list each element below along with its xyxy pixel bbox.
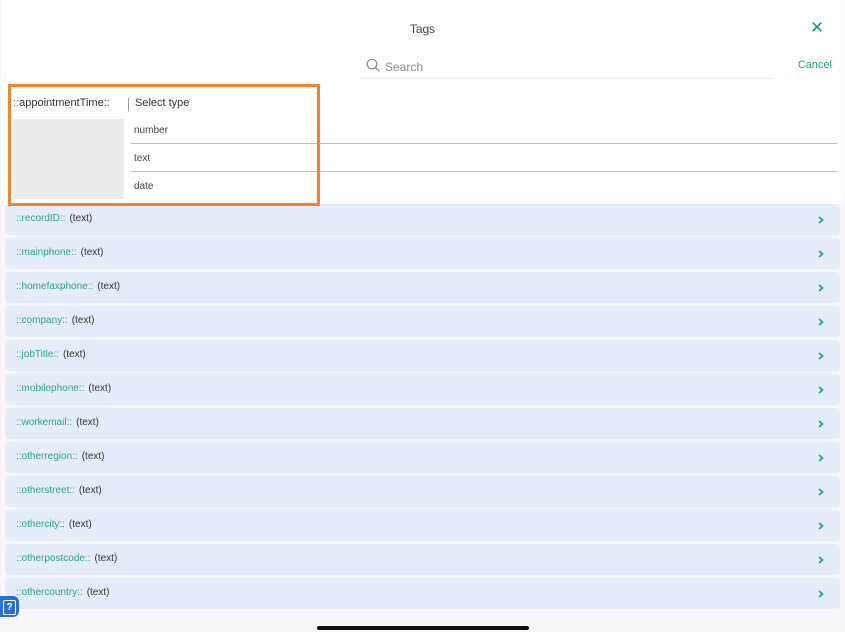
chevron-right-icon [818,386,824,394]
home-indicator [317,626,529,630]
field-row-company[interactable]: ::company:: (text) [5,306,840,337]
page-title: Tags [409,22,436,36]
tag-preview-area [13,119,124,199]
close-button[interactable]: ✕ [809,18,825,37]
field-label: ::company:: (text) [16,315,95,326]
cancel-button[interactable]: Cancel [798,59,832,71]
field-row-homefaxphone[interactable]: ::homefaxphone:: (text) [5,272,840,303]
help-icon: ? [3,600,16,615]
search-input[interactable] [383,56,767,78]
tag-name: ::appointmentTime:: [13,97,110,109]
chevron-right-icon [818,284,824,292]
field-row-otherpostcode[interactable]: ::otherpostcode:: (text) [5,544,840,575]
field-row-othercity[interactable]: ::othercity:: (text) [5,510,840,541]
help-button[interactable]: ? [0,596,19,617]
divider [128,98,129,111]
field-label: ::jobTitle:: (text) [16,349,86,360]
x-icon: ✕ [809,18,825,37]
field-label: ::otherregion:: (text) [16,451,105,462]
field-row-mainphone[interactable]: ::mainphone:: (text) [5,238,840,269]
chevron-right-icon [818,590,824,598]
tag-type-editor: ::appointmentTime:: Select type number t… [1,86,844,204]
chevron-right-icon [818,454,824,462]
chevron-right-icon [818,488,824,496]
select-type-label: Select type [135,97,190,109]
field-row-recordid[interactable]: ::recordID:: (text) [5,204,840,235]
type-option-number[interactable]: number [131,117,837,144]
field-label: ::workemail:: (text) [16,417,99,428]
header: Tags ✕ Cancel [1,0,844,86]
field-label: ::mainphone:: (text) [16,247,104,258]
field-label: ::othercity:: (text) [16,519,92,530]
field-label: ::homefaxphone:: (text) [16,281,121,292]
field-row-othercountry[interactable]: ::othercountry:: (text) [5,578,840,609]
chevron-right-icon [818,352,824,360]
field-row-mobilephone[interactable]: ::mobilephone:: (text) [5,374,840,405]
field-label: ::otherstreet:: (text) [16,485,102,496]
search-icon [366,58,380,72]
field-label: ::recordID:: (text) [16,213,93,224]
chevron-right-icon [818,420,824,428]
type-option-text[interactable]: text [131,145,837,172]
field-row-otherstreet[interactable]: ::otherstreet:: (text) [5,476,840,507]
field-label: ::otherpostcode:: (text) [16,553,118,564]
chevron-right-icon [818,556,824,564]
field-row-workemail[interactable]: ::workemail:: (text) [5,408,840,439]
field-label: ::othercountry:: (text) [16,587,110,598]
field-row-jobtitle[interactable]: ::jobTitle:: (text) [5,340,840,371]
chevron-right-icon [818,522,824,530]
type-option-date[interactable]: date [131,173,837,200]
search-bar[interactable] [361,56,773,79]
chevron-right-icon [818,216,824,224]
chevron-right-icon [818,318,824,326]
field-label: ::mobilephone:: (text) [16,383,112,394]
chevron-right-icon [818,250,824,258]
tags-sheet: Tags ✕ Cancel ::appointmentTime:: Select… [1,0,844,632]
field-list: ::recordID:: (text) ::mainphone:: (text) :… [5,204,840,612]
field-row-otherregion[interactable]: ::otherregion:: (text) [5,442,840,473]
